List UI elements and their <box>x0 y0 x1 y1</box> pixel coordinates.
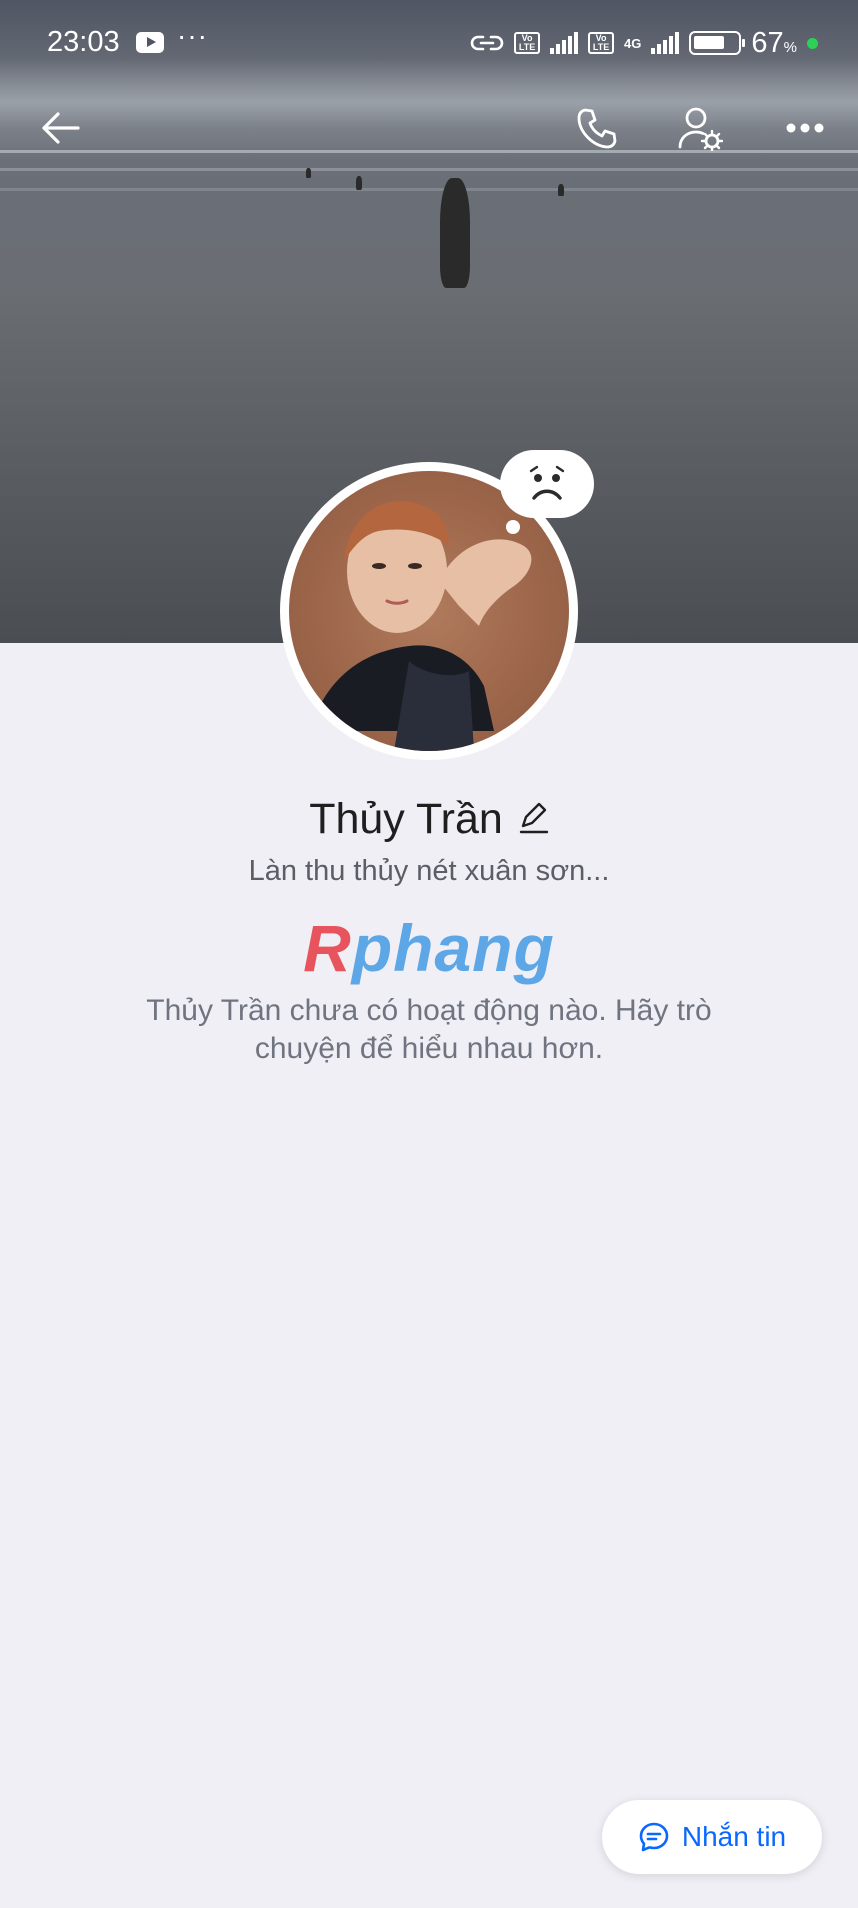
volte-badge-2: Vo LTE <box>588 32 615 54</box>
more-dots-icon <box>786 123 824 133</box>
network-type: 4G <box>624 35 642 51</box>
pencil-icon <box>519 802 548 834</box>
battery-level: 67% <box>751 26 797 59</box>
signal-icon-2 <box>651 32 680 54</box>
volte-badge-1: Vo LTE <box>514 32 541 54</box>
sad-face-icon <box>529 465 565 500</box>
system-icons: Vo LTE Vo LTE 4G 67% <box>470 26 818 60</box>
message-button[interactable]: Nhắn tin <box>602 1800 822 1874</box>
link-icon <box>470 35 504 51</box>
status-time: 23:03 <box>47 26 120 58</box>
profile-name: Thủy Trần <box>309 795 503 843</box>
profile-name-row: Thủy Trần <box>0 795 858 844</box>
watermark-logo: Rphang <box>303 911 555 985</box>
more-notifications-icon: ··· <box>177 20 208 51</box>
arrow-left-icon <box>42 112 80 144</box>
youtube-icon <box>136 32 164 53</box>
signal-icon-1 <box>550 32 579 54</box>
phone-icon <box>577 108 617 149</box>
more-options-button[interactable] <box>773 96 837 160</box>
top-action-bar <box>0 96 858 160</box>
mood-bubble[interactable] <box>500 450 594 518</box>
user-settings-icon <box>678 107 723 151</box>
profile-status[interactable]: Làn thu thủy nét xuân sơn... <box>0 855 858 888</box>
back-button[interactable] <box>28 96 92 160</box>
battery-icon <box>689 31 746 55</box>
chat-bubble-icon <box>639 1822 669 1852</box>
status-bar: 23:03 ··· Vo LTE Vo LTE 4G 67% <box>0 0 858 86</box>
message-button-label: Nhắn tin <box>681 1821 787 1852</box>
edit-name-button[interactable] <box>519 800 549 839</box>
mood-bubble-tail <box>506 520 520 534</box>
profile-settings-button[interactable] <box>668 96 732 160</box>
charging-indicator <box>807 37 818 49</box>
empty-activity-message: Thủy Trần chưa có hoạt động nào. Hãy trò… <box>146 994 712 1065</box>
call-button[interactable] <box>565 96 629 160</box>
